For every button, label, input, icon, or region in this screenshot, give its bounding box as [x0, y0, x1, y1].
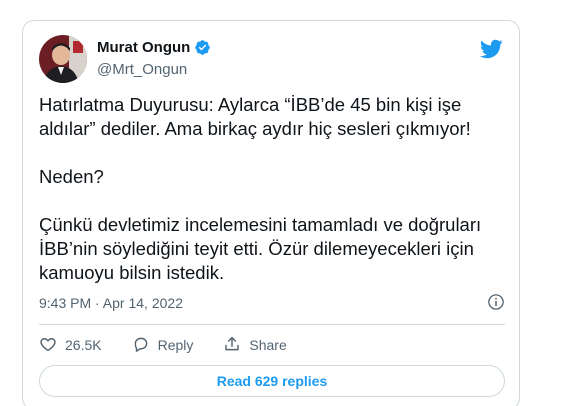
tweet-text: Hatırlatma Duyurusu: Aylarca “İBB’de 45 …: [39, 94, 482, 283]
like-count: 26.5K: [65, 337, 102, 353]
tweet-timestamp[interactable]: 9:43 PM · Apr 14, 2022: [39, 295, 183, 311]
like-button[interactable]: 26.5K: [39, 335, 102, 355]
divider: [39, 324, 505, 325]
avatar[interactable]: [39, 35, 87, 83]
reply-button[interactable]: Reply: [132, 335, 194, 356]
heart-icon: [39, 335, 57, 356]
info-icon[interactable]: [487, 293, 505, 311]
user-handle[interactable]: @Mrt_Ongun: [97, 61, 187, 78]
verified-badge-icon: [194, 39, 211, 56]
read-replies-button[interactable]: Read 629 replies: [39, 365, 505, 397]
share-button[interactable]: Share: [223, 335, 287, 356]
twitter-bird-icon[interactable]: [479, 37, 503, 61]
tweet-card[interactable]: Murat Ongun @Mrt_Ongun Hatırlatma Duyuru…: [22, 20, 520, 406]
reply-label: Reply: [157, 337, 194, 353]
share-upload-icon: [223, 335, 241, 356]
share-label: Share: [249, 337, 287, 353]
display-name[interactable]: Murat Ongun: [97, 39, 190, 56]
reply-bubble-icon: [132, 335, 150, 356]
